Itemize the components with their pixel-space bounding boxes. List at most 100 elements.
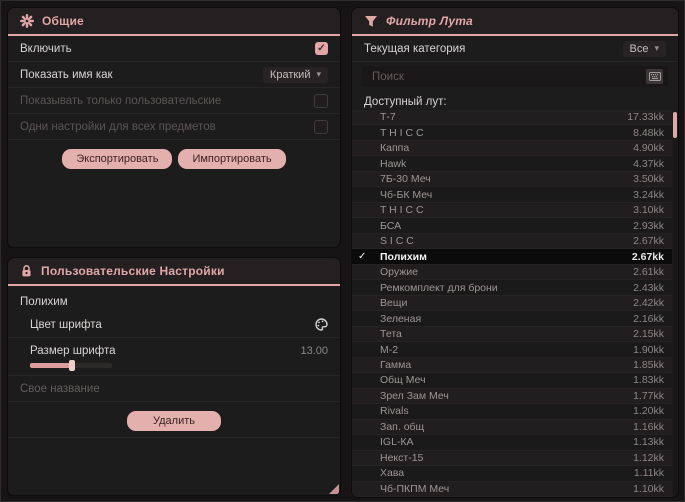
loot-row[interactable]: Оружие 2.61kk [352, 264, 672, 281]
loot-name: IGL-КА [380, 436, 414, 449]
loot-name: S I C C [380, 235, 414, 248]
enable-row: Включить ✓ [8, 36, 340, 62]
resize-grip[interactable] [329, 484, 339, 494]
loot-filter-window: Фильтр Лута Текущая категория Все ▾ Дост… [352, 8, 678, 497]
same-for-all-checkbox[interactable] [314, 119, 328, 134]
loot-row[interactable]: Rivals 1.20kk [352, 404, 672, 420]
loot-row[interactable]: Зрел Зам Меч 1.77kk [352, 388, 672, 405]
user-settings-window: Пользовательские Настройки Полихим Цвет … [8, 258, 340, 495]
selected-item-label: Полихим [20, 296, 68, 308]
font-size-label: Размер шрифта [30, 345, 116, 357]
loot-name: М-2 [380, 343, 399, 356]
custom-name-input[interactable] [20, 382, 328, 395]
loot-row[interactable]: М-2 1.90kk [352, 342, 672, 358]
loot-name: Зап. общ [380, 420, 425, 433]
export-button[interactable]: Экспортировать [62, 149, 173, 170]
only-custom-row: Показывать только пользовательские [8, 88, 340, 114]
loot-row[interactable]: Некст-15 1.12kk [352, 450, 672, 467]
loot-value: 2.43kk [633, 281, 664, 294]
loot-row[interactable]: Хава 1.11kk [352, 466, 672, 482]
loot-name: 7Б-30 Меч [380, 173, 431, 186]
category-dropdown[interactable]: Все ▾ [622, 40, 666, 57]
category-value: Все [629, 42, 649, 55]
font-size-slider[interactable] [30, 360, 112, 371]
loot-list: Т-7 17.33kk T H I C C 8.48kk Каппа 4.90k… [352, 110, 672, 497]
loot-row[interactable]: Hawk 4.37kk [352, 156, 672, 172]
loot-row[interactable]: Гамма 1.85kk [352, 357, 672, 374]
loot-check-icon: ✓ [358, 251, 367, 263]
scrollbar[interactable] [673, 111, 677, 495]
loot-value: 1.11kk [633, 467, 664, 480]
loot-row[interactable]: Т-7 17.33kk [352, 110, 672, 126]
loot-name: T H I C C [380, 126, 424, 139]
chevron-down-icon: ▾ [316, 69, 321, 79]
loot-row[interactable]: ✓ Полихим 2.67kk [352, 249, 672, 265]
loot-value: 1.85kk [633, 358, 664, 371]
same-for-all-row: Одни настройки для всех предметов [8, 114, 340, 140]
delete-button[interactable]: Удалить [127, 411, 221, 432]
loot-value: 3.24kk [633, 188, 664, 201]
loot-name: БСА [380, 219, 402, 232]
loot-filter-titlebar[interactable]: Фильтр Лута [352, 8, 678, 36]
loot-row[interactable]: Зап. общ 1.16kk [352, 419, 672, 436]
loot-name: Тета [380, 328, 402, 341]
palette-icon[interactable] [315, 318, 328, 331]
loot-value: 1.77kk [633, 389, 664, 402]
loot-row[interactable]: Зеленая 2.16kk [352, 311, 672, 327]
search-box[interactable] [362, 66, 668, 87]
font-size-value: 13.00 [300, 345, 328, 357]
loot-row[interactable]: Ремкомплект для брони 2.43kk [352, 280, 672, 296]
divider [8, 437, 340, 445]
loot-row[interactable]: T H I C C 3.10kk [352, 202, 672, 219]
only-custom-checkbox[interactable] [314, 93, 328, 108]
loot-value: 2.16kk [633, 312, 664, 325]
loot-value: 2.61kk [633, 266, 664, 279]
loot-name: Некст-15 [380, 451, 424, 464]
enable-checkbox[interactable]: ✓ [315, 42, 328, 55]
search-input[interactable] [372, 70, 641, 83]
loot-name: Чб-ПКПМ Меч [380, 482, 450, 495]
loot-name: Вещи [380, 297, 408, 310]
loot-row[interactable]: Чб-ПКПМ Меч 1.10kk [352, 481, 672, 497]
category-label: Текущая категория [364, 42, 466, 55]
loot-row[interactable]: БСА 2.93kk [352, 218, 672, 234]
loot-row[interactable]: Тета 2.15kk [352, 326, 672, 343]
loot-value: 2.42kk [633, 297, 664, 310]
loot-value: 3.10kk [633, 204, 664, 217]
loot-value: 1.10kk [633, 482, 664, 495]
loot-name: Т-7 [380, 111, 396, 124]
loot-row[interactable]: IGL-КА 1.13kk [352, 435, 672, 451]
loot-value: 1.16kk [633, 420, 664, 433]
category-row: Текущая категория Все ▾ [352, 36, 678, 62]
loot-row[interactable]: S I C C 2.67kk [352, 233, 672, 250]
loot-name: Ремкомплект для брони [380, 281, 498, 294]
loot-row[interactable]: Чб-БК Меч 3.24kk [352, 187, 672, 203]
loot-value: 4.90kk [633, 142, 664, 155]
loot-name: Чб-БК Меч [380, 188, 433, 201]
loot-value: 2.15kk [633, 328, 664, 341]
loot-row[interactable]: Каппа 4.90kk [352, 140, 672, 157]
keyboard-icon[interactable] [646, 69, 663, 84]
loot-name: Общ Меч [380, 374, 426, 387]
loot-row[interactable]: 7Б-30 Меч 3.50kk [352, 171, 672, 188]
import-button[interactable]: Импортировать [178, 149, 286, 170]
general-window-titlebar[interactable]: Общие [8, 8, 340, 36]
general-window-title: Общие [42, 14, 84, 28]
loot-value: 2.67kk [633, 235, 664, 248]
font-color-row: Цвет шрифта [8, 312, 340, 338]
loot-value: 2.67kk [631, 250, 664, 263]
scrollbar-thumb[interactable] [673, 112, 677, 138]
loot-name: Полихим [380, 250, 427, 263]
same-for-all-label: Одни настройки для всех предметов [20, 120, 216, 133]
show-name-row: Показать имя как Краткий ▾ [8, 62, 340, 88]
loot-value: 1.20kk [633, 405, 664, 418]
loot-row[interactable]: Вещи 2.42kk [352, 295, 672, 312]
user-settings-titlebar[interactable]: Пользовательские Настройки [8, 258, 340, 286]
slider-handle[interactable] [69, 360, 75, 371]
loot-value: 1.13kk [633, 436, 664, 449]
lock-icon [20, 264, 33, 278]
show-name-dropdown[interactable]: Краткий ▾ [262, 66, 328, 83]
loot-value: 1.90kk [633, 343, 664, 356]
loot-row[interactable]: Общ Меч 1.83kk [352, 373, 672, 389]
loot-row[interactable]: T H I C C 8.48kk [352, 125, 672, 141]
